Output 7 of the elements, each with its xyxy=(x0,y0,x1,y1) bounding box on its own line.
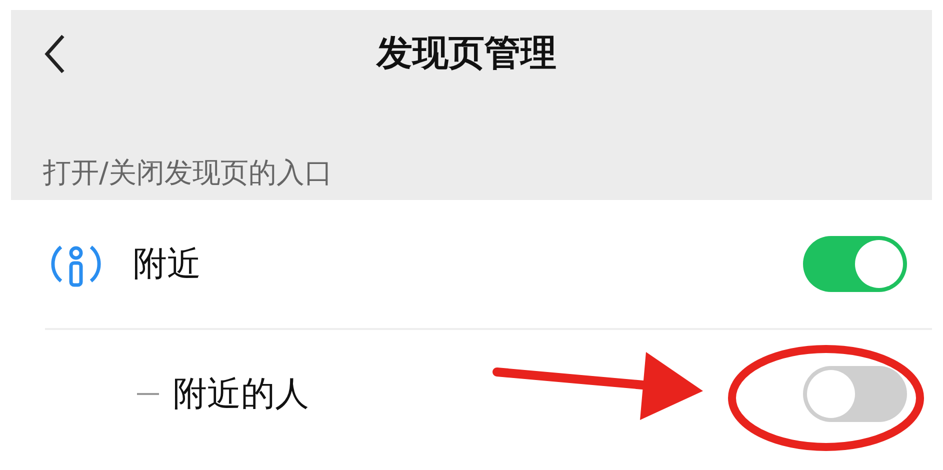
setting-label: 附近的人 xyxy=(173,373,309,416)
back-icon[interactable] xyxy=(43,34,67,74)
setting-label: 附近 xyxy=(133,243,201,286)
toggle-switch[interactable] xyxy=(803,366,907,422)
section-label: 打开/关闭发现页的入口 xyxy=(43,155,334,191)
page-title: 发现页管理 xyxy=(376,32,556,76)
dash-icon xyxy=(137,393,159,395)
